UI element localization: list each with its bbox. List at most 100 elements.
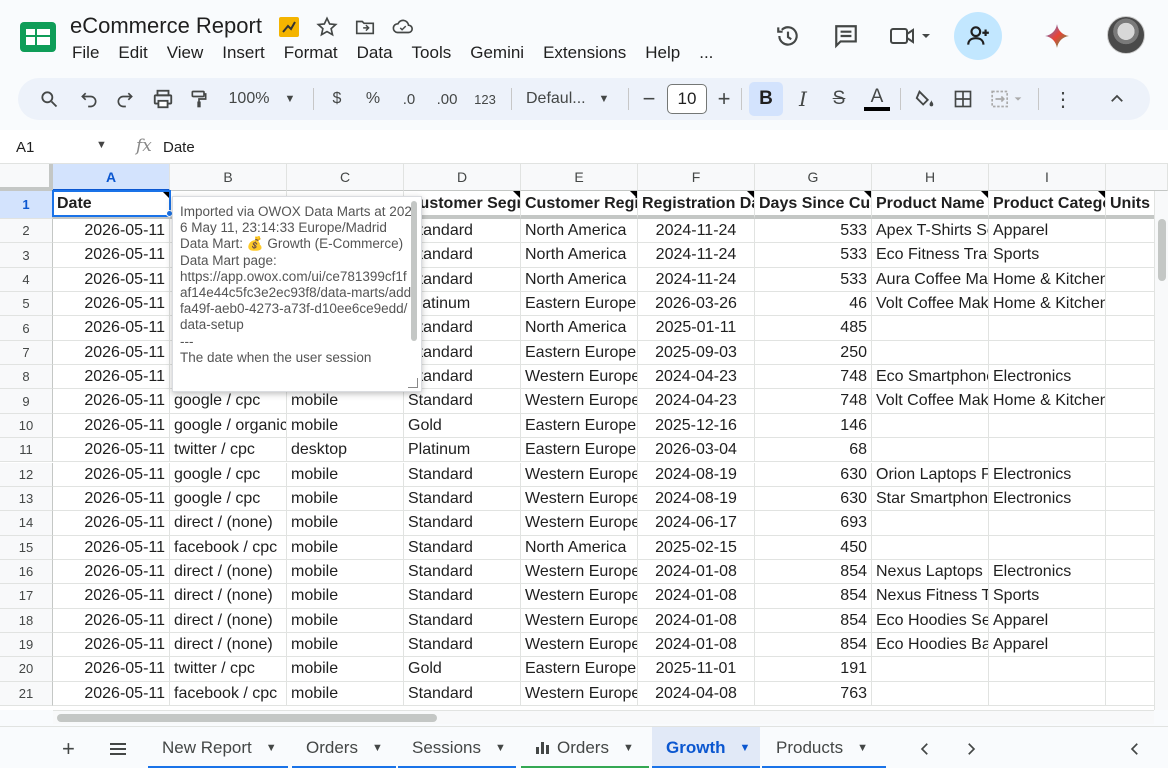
add-sheet-icon[interactable]: + — [62, 735, 75, 763]
table-cell[interactable]: Sports — [989, 243, 1106, 268]
sheet-tab-growth[interactable]: Growth ▼ — [652, 727, 760, 768]
table-cell[interactable]: Eco Hoodies Bas — [872, 632, 989, 658]
row-header[interactable]: 6 — [0, 316, 53, 341]
table-cell[interactable]: Apparel — [989, 632, 1106, 658]
table-cell[interactable]: Western Europe — [521, 486, 638, 512]
table-cell[interactable]: mobile — [287, 535, 404, 560]
borders-icon[interactable] — [946, 78, 980, 120]
merge-cells-icon[interactable] — [984, 78, 1032, 120]
table-cell[interactable]: 2024-08-19 — [638, 462, 755, 487]
sheet-tab-new-report[interactable]: New Report ▼ — [148, 727, 288, 768]
table-cell[interactable]: Standard — [404, 632, 521, 658]
table-cell[interactable]: mobile — [287, 657, 404, 682]
menu-help[interactable]: Help — [645, 43, 680, 63]
table-cell[interactable]: facebook / cpc — [170, 535, 287, 560]
collapse-side-panel-icon[interactable] — [1126, 735, 1144, 763]
comments-icon[interactable] — [826, 16, 866, 56]
table-cell[interactable]: 2024-11-24 — [638, 243, 755, 268]
table-cell[interactable]: desktop — [287, 438, 404, 463]
row-header[interactable]: 1 — [0, 191, 53, 219]
select-all-corner[interactable] — [0, 164, 53, 191]
table-cell[interactable]: direct / (none) — [170, 608, 287, 633]
row-header[interactable]: 4 — [0, 267, 53, 293]
row-header[interactable]: 7 — [0, 340, 53, 366]
table-cell[interactable]: Standard — [404, 608, 521, 633]
table-cell[interactable]: Electronics — [989, 365, 1106, 390]
table-cell[interactable]: 533 — [755, 219, 872, 244]
table-cell[interactable]: Eastern Europe — [521, 657, 638, 682]
font-dropdown-icon[interactable]: ▼ — [596, 78, 612, 120]
move-folder-icon[interactable] — [352, 14, 378, 40]
table-cell[interactable]: 2026-05-11 — [53, 462, 170, 487]
table-cell[interactable]: Home & Kitchen — [989, 292, 1106, 317]
table-cell[interactable]: twitter / cpc — [170, 657, 287, 682]
table-cell[interactable] — [989, 340, 1106, 366]
table-cell[interactable]: 630 — [755, 462, 872, 487]
table-cell[interactable]: Standard — [404, 389, 521, 414]
column-header-h[interactable]: H — [872, 164, 989, 191]
currency-format-button[interactable]: $ — [322, 78, 352, 120]
table-cell[interactable]: 2024-01-08 — [638, 584, 755, 609]
table-cell[interactable]: 2024-01-08 — [638, 632, 755, 658]
column-header-d[interactable]: D — [404, 164, 521, 191]
sheet-tab-dropdown-icon[interactable]: ▼ — [372, 742, 383, 754]
table-cell[interactable] — [989, 681, 1106, 706]
table-cell[interactable]: mobile — [287, 511, 404, 536]
table-cell[interactable]: 450 — [755, 535, 872, 560]
table-cell[interactable]: Standard — [404, 486, 521, 512]
table-cell[interactable]: 2026-05-11 — [53, 511, 170, 536]
row-header[interactable]: 5 — [0, 292, 53, 317]
table-cell[interactable]: Western Europe — [521, 559, 638, 585]
next-sheet-icon[interactable] — [962, 735, 980, 763]
menu-gemini[interactable]: Gemini — [470, 43, 524, 63]
table-cell[interactable] — [872, 340, 989, 366]
more-options-icon[interactable]: ⋮ — [1048, 78, 1078, 120]
row-header[interactable]: 2 — [0, 219, 53, 244]
table-cell[interactable]: North America — [521, 267, 638, 293]
sheet-tab-orders[interactable]: Orders ▼ — [521, 727, 649, 768]
table-cell[interactable]: 2024-08-19 — [638, 486, 755, 512]
table-cell[interactable] — [989, 316, 1106, 341]
table-cell[interactable]: mobile — [287, 681, 404, 706]
sheet-tab-dropdown-icon[interactable]: ▼ — [740, 742, 751, 754]
row-header[interactable]: 19 — [0, 632, 53, 658]
table-cell[interactable]: Eastern Europe — [521, 340, 638, 366]
table-cell[interactable]: 533 — [755, 267, 872, 293]
vertical-scroll-thumb[interactable] — [1158, 219, 1166, 281]
table-cell[interactable]: Apparel — [989, 219, 1106, 244]
table-cell[interactable] — [989, 535, 1106, 560]
menu-edit[interactable]: Edit — [118, 43, 147, 63]
italic-button[interactable]: I — [788, 78, 818, 120]
table-cell[interactable]: 854 — [755, 584, 872, 609]
table-cell[interactable]: Star Smartphone — [872, 486, 989, 512]
table-cell[interactable]: 2026-05-11 — [53, 292, 170, 317]
table-cell[interactable] — [989, 413, 1106, 439]
table-cell[interactable]: mobile — [287, 584, 404, 609]
print-icon[interactable] — [146, 78, 180, 120]
table-cell[interactable]: 2026-05-11 — [53, 632, 170, 658]
row-header[interactable]: 9 — [0, 389, 53, 414]
table-cell[interactable]: google / cpc — [170, 486, 287, 512]
column-header-e[interactable]: E — [521, 164, 638, 191]
table-cell[interactable]: 2025-11-01 — [638, 657, 755, 682]
row-header[interactable]: 20 — [0, 657, 53, 682]
table-cell[interactable]: Platinum — [404, 438, 521, 463]
row-header[interactable]: 10 — [0, 413, 53, 439]
table-cell[interactable]: 630 — [755, 486, 872, 512]
vertical-scrollbar[interactable] — [1154, 191, 1168, 710]
table-cell[interactable]: Home & Kitchen — [989, 389, 1106, 414]
table-cell[interactable]: Electronics — [989, 486, 1106, 512]
all-sheets-icon[interactable] — [108, 735, 128, 763]
row-header[interactable]: 18 — [0, 608, 53, 633]
name-box-dropdown-icon[interactable]: ▼ — [96, 139, 107, 151]
table-cell[interactable]: Electronics — [989, 462, 1106, 487]
sheet-tab-sessions[interactable]: Sessions ▼ — [398, 727, 516, 768]
row-header[interactable]: 17 — [0, 584, 53, 609]
row-header[interactable]: 3 — [0, 243, 53, 268]
star-icon[interactable] — [314, 14, 340, 40]
table-cell[interactable]: Standard — [404, 511, 521, 536]
table-cell[interactable] — [872, 681, 989, 706]
table-cell[interactable]: 2026-05-11 — [53, 584, 170, 609]
table-cell[interactable]: Standard — [404, 584, 521, 609]
table-cell[interactable]: 2024-04-08 — [638, 681, 755, 706]
